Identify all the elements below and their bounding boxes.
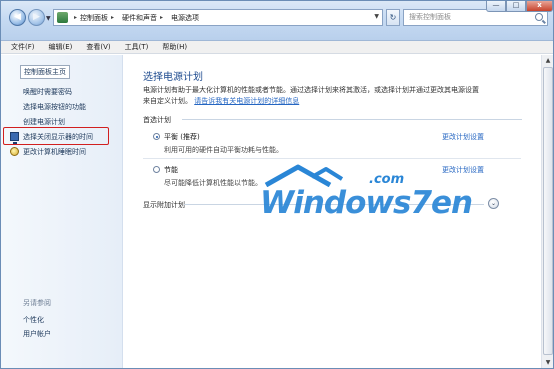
sidebar-item-power-button[interactable]: 选择电源按钮的功能 [23, 102, 86, 112]
vertical-scrollbar[interactable]: ▲ ▼ [541, 55, 553, 368]
power-plan-help-link[interactable]: 请告诉我有关电源计划的详细信息 [194, 97, 299, 105]
preferred-plans-label: 首选计划 [143, 116, 171, 124]
plan-saver-name[interactable]: 节能 [164, 165, 178, 175]
page-title: 选择电源计划 [143, 72, 203, 83]
search-icon[interactable] [535, 13, 543, 21]
breadcrumb-hardware-sound[interactable]: 硬件和声音 ▸ [122, 13, 166, 23]
minimize-button[interactable]: — [486, 1, 506, 12]
additional-plans-divider [184, 204, 484, 205]
back-arrow-icon[interactable]: ◀ [9, 9, 26, 26]
plan-balanced-radio[interactable] [153, 133, 160, 140]
refresh-icon[interactable]: ↻ [386, 9, 400, 26]
chevron-right-icon[interactable]: ▸ [160, 14, 163, 21]
plan-saver-description: 尽可能降低计算机性能以节能。 [164, 179, 262, 187]
maximize-button[interactable]: □ [506, 1, 526, 12]
recent-pages-chevron-icon[interactable]: ▼ [46, 15, 51, 22]
sidebar: 控制面板主页 唤醒时需要密码 选择电源按钮的功能 创建电源计划 选择关闭显示器的… [1, 55, 123, 368]
chevron-right-icon[interactable]: ▸ [74, 14, 77, 21]
section-divider [182, 119, 522, 120]
plan-balanced-name[interactable]: 平衡 (推荐) [164, 132, 200, 142]
chevron-down-icon[interactable]: ⌄ [488, 198, 499, 209]
sleep-moon-icon [10, 147, 19, 156]
breadcrumb-power-options[interactable]: 电源选项 [171, 13, 199, 23]
plan-saver-settings-link[interactable]: 更改计划设置 [442, 165, 484, 175]
plan-balanced-settings-link[interactable]: 更改计划设置 [442, 132, 484, 142]
forward-arrow-icon[interactable]: ▶ [28, 9, 45, 26]
show-additional-plans-label[interactable]: 显示附加计划 [143, 200, 185, 210]
control-panel-icon [57, 12, 68, 23]
breadcrumb-control-panel[interactable]: 控制面板 ▸ [80, 13, 117, 23]
sidebar-item-personalization[interactable]: 个性化 [23, 315, 44, 325]
chevron-right-icon[interactable]: ▸ [111, 14, 114, 21]
plan-balanced-description: 利用可用的硬件自动平衡功耗与性能。 [164, 146, 283, 154]
highlight-box [3, 127, 109, 145]
address-dropdown-chevron-icon[interactable]: ▼ [374, 13, 379, 20]
scroll-down-arrow-icon[interactable]: ▼ [543, 358, 553, 368]
control-panel-window: ◀ ▶ ▼ ▸ 控制面板 ▸ 硬件和声音 ▸ 电源选项 ▼ ↻ 搜索控制面板 —… [0, 0, 554, 369]
scroll-thumb[interactable] [543, 67, 553, 355]
sidebar-item-user-accounts[interactable]: 用户帐户 [23, 329, 51, 339]
menu-file[interactable]: 文件(F) [11, 42, 35, 52]
menu-bar: 文件(F) 编辑(E) 查看(V) 工具(T) 帮助(H) [1, 41, 553, 54]
see-also-heading: 另请参阅 [23, 299, 51, 307]
sidebar-item-create-plan[interactable]: 创建电源计划 [23, 117, 65, 127]
title-address-bar: ◀ ▶ ▼ ▸ 控制面板 ▸ 硬件和声音 ▸ 电源选项 ▼ ↻ 搜索控制面板 —… [1, 1, 553, 41]
menu-tools[interactable]: 工具(T) [125, 42, 149, 52]
page-description: 电源计划有助于最大化计算机的性能或者节能。通过选择计划来将其激活，或选择计划并通… [143, 86, 479, 105]
address-bar[interactable]: ▸ 控制面板 ▸ 硬件和声音 ▸ 电源选项 ▼ [53, 9, 383, 26]
close-button[interactable]: x [526, 1, 553, 12]
sidebar-item-sleep-time[interactable]: 更改计算机睡眠时间 [23, 147, 86, 157]
main-content: 选择电源计划 电源计划有助于最大化计算机的性能或者节能。通过选择计划来将其激活，… [124, 55, 541, 368]
sidebar-control-panel-home[interactable]: 控制面板主页 [20, 65, 70, 79]
menu-edit[interactable]: 编辑(E) [49, 42, 73, 52]
menu-view[interactable]: 查看(V) [86, 42, 110, 52]
sidebar-item-require-password[interactable]: 唤醒时需要密码 [23, 87, 72, 97]
plan-saver-radio[interactable] [153, 166, 160, 173]
menu-help[interactable]: 帮助(H) [162, 42, 187, 52]
plan-divider [143, 158, 521, 159]
scroll-up-arrow-icon[interactable]: ▲ [543, 56, 553, 66]
